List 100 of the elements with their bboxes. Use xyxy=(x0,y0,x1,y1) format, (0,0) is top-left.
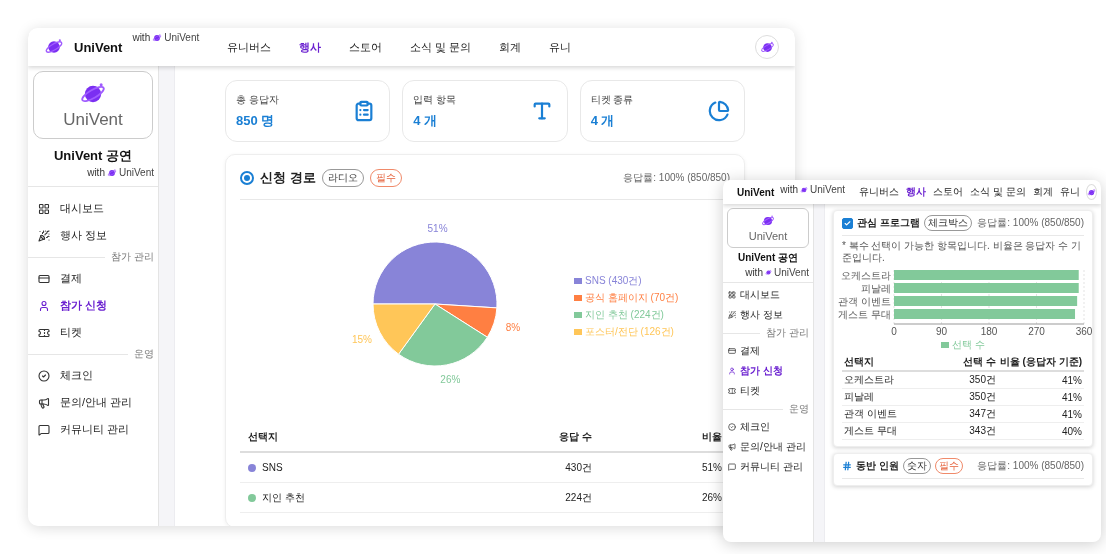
axis-tick-label: 0 xyxy=(891,326,897,337)
response-rate: 응답률: 100% (850/850) xyxy=(977,216,1084,230)
check-circle-icon xyxy=(38,369,50,382)
section-label: 참가 관리 xyxy=(766,326,810,340)
ratio-cell-text: 41% xyxy=(1061,374,1083,386)
legend-label: 지인 추천 (224건) xyxy=(585,307,664,322)
profile-avatar[interactable] xyxy=(755,35,779,59)
dashboard-icon xyxy=(728,291,736,299)
sidebar-item[interactable]: 대시보드 xyxy=(28,195,158,222)
choice-label: 지인 추천 xyxy=(262,490,305,505)
legend-label: SNS (430건) xyxy=(585,273,642,288)
planet-logo-icon xyxy=(759,39,775,55)
planet-logo-icon xyxy=(152,32,163,43)
radio-icon xyxy=(240,171,254,185)
axis-tick-label: 270 xyxy=(1028,326,1045,337)
check-circle-icon xyxy=(728,423,736,431)
ticket-icon xyxy=(728,387,736,395)
sidebar-item[interactable]: 티켓 xyxy=(28,319,158,346)
partner-logo-text: UniVent xyxy=(810,184,846,195)
stat-value: 4 개 xyxy=(413,111,439,130)
nav-tab[interactable]: 유니버스 xyxy=(859,185,900,199)
slice-percent-label: 51% xyxy=(427,223,448,235)
megaphone-icon xyxy=(728,443,736,451)
event-title: UniVent 공연 xyxy=(737,251,799,265)
count-cell-text: 343건 xyxy=(968,424,997,438)
column-header: 응답 수 xyxy=(558,429,593,444)
sidebar-item[interactable]: 행사 정보 xyxy=(723,305,813,325)
stat-label: 총 응답자 xyxy=(236,92,279,107)
nav-tab[interactable]: 소식 및 문의 xyxy=(970,185,1026,199)
sidebar-item[interactable]: 참가 신청 xyxy=(28,292,158,319)
nav-tab[interactable]: 유니 xyxy=(1059,185,1080,199)
axis-tick-label: 90 xyxy=(935,326,948,337)
legend-label: 공식 홈페이지 (70건) xyxy=(585,290,679,305)
sidebar-item[interactable]: 체크인 xyxy=(723,417,813,437)
category-label: 오케스트라 xyxy=(841,270,891,281)
choice-label: 피날레 xyxy=(844,390,874,404)
partner-logo-text: UniVent xyxy=(118,167,154,178)
column-header: 선택 수 xyxy=(962,355,997,369)
ratio-cell-text: 26% xyxy=(701,492,723,503)
count-cell-text: 224건 xyxy=(564,490,593,505)
nav-tab[interactable]: 스토어 xyxy=(933,185,964,199)
sidebar-item[interactable]: 커뮤니티 관리 xyxy=(723,457,813,477)
sidebar-item[interactable]: 대시보드 xyxy=(723,285,813,305)
logo-text[interactable]: UniVent xyxy=(74,39,123,55)
section-label: 운영 xyxy=(789,402,810,416)
stat-value: 850 명 xyxy=(236,111,276,130)
brand-name: UniVent xyxy=(63,110,123,130)
brand-name: UniVent xyxy=(748,230,788,242)
slice-percent-label: 26% xyxy=(440,373,461,385)
sidebar-item[interactable]: 행사 정보 xyxy=(28,222,158,249)
sidebar-item[interactable]: 티켓 xyxy=(723,381,813,401)
with-label: with xyxy=(132,32,151,43)
choice-label: 관객 이벤트 xyxy=(844,407,897,421)
axis-tick-label: 360 xyxy=(1075,326,1093,337)
stat-label: 입력 항목 xyxy=(413,92,457,107)
count-cell-text: 347건 xyxy=(968,407,997,421)
sidebar-item[interactable]: 체크인 xyxy=(28,362,158,389)
count-cell-text: 430건 xyxy=(564,460,593,475)
column-header: 선택지 xyxy=(843,355,875,369)
ratio-cell-text: 41% xyxy=(1061,408,1083,420)
event-title: UniVent 공연 xyxy=(53,147,133,165)
sidebar-item[interactable]: 문의/안내 관리 xyxy=(28,389,158,416)
response-rate: 응답률: 100% (850/850) xyxy=(977,459,1084,473)
with-label: with xyxy=(745,267,763,278)
sidebar-item[interactable]: 결제 xyxy=(723,341,813,361)
nav-tab[interactable]: 행사 xyxy=(299,39,322,55)
card-icon xyxy=(38,272,50,285)
ratio-cell-text: 40% xyxy=(1061,425,1083,437)
planet-logo-icon xyxy=(761,214,775,228)
nav-tab[interactable]: 소식 및 문의 xyxy=(410,39,472,55)
profile-avatar[interactable] xyxy=(1085,184,1097,200)
sidebar-item[interactable]: 참가 신청 xyxy=(723,361,813,381)
nav-tab[interactable]: 회계 xyxy=(499,39,522,55)
question-title: 신청 경로 xyxy=(260,169,316,187)
planet-logo-icon xyxy=(764,269,772,276)
card-icon xyxy=(728,347,736,355)
sidebar-item[interactable]: 커뮤니티 관리 xyxy=(28,416,158,443)
pie-chart-icon xyxy=(708,100,730,122)
category-label: 피날레 xyxy=(861,283,891,294)
nav-tab[interactable]: 회계 xyxy=(1032,185,1053,199)
nav-tab[interactable]: 스토어 xyxy=(349,39,383,55)
question-title: 관심 프로그램 xyxy=(857,216,920,230)
planet-logo-icon xyxy=(106,167,117,178)
question-note: * 복수 선택이 가능한 항목입니다. 비율은 응답자 수 기준입니다. xyxy=(842,240,1082,264)
nav-tab[interactable]: 유니버스 xyxy=(227,39,272,55)
logo-text[interactable]: UniVent xyxy=(737,186,775,198)
category-label: 관객 이벤트 xyxy=(838,296,891,307)
party-popper-icon xyxy=(38,229,50,242)
sidebar-item[interactable]: 문의/안내 관리 xyxy=(723,437,813,457)
nav-tab[interactable]: 유니 xyxy=(549,39,572,55)
sidebar-item[interactable]: 결제 xyxy=(28,265,158,292)
person-icon xyxy=(38,299,50,312)
legend-swatch xyxy=(941,342,950,348)
column-header: 선택지 xyxy=(247,429,279,444)
section-label: 참가 관리 xyxy=(111,250,155,264)
partner-logo-text: UniVent xyxy=(164,32,200,43)
stat-value: 4 개 xyxy=(590,111,616,130)
column-header: 비율 xyxy=(701,429,723,444)
count-cell-text: 350건 xyxy=(968,373,997,387)
nav-tab[interactable]: 행사 xyxy=(906,185,927,199)
